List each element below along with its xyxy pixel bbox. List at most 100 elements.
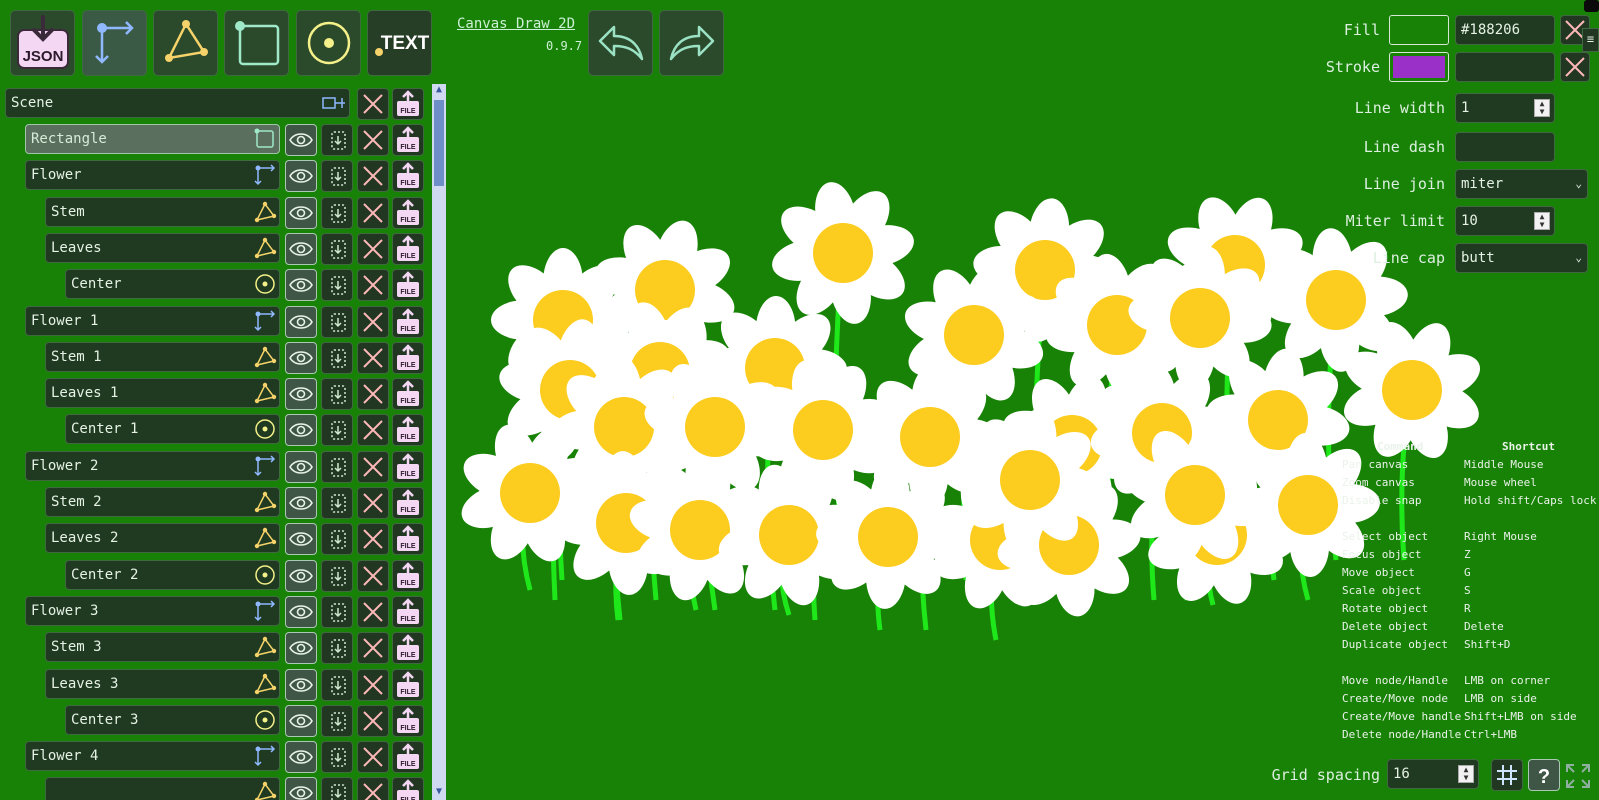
stroke-color-swatch[interactable] xyxy=(1389,52,1449,82)
line-cap-select[interactable]: butt ⌄ xyxy=(1455,243,1588,273)
delete-button[interactable] xyxy=(357,741,389,774)
grid-spacing-spinner[interactable]: ▲ ▼ xyxy=(1458,765,1474,783)
delete-button[interactable] xyxy=(357,559,389,592)
duplicate-button[interactable] xyxy=(321,269,353,302)
export-file-button[interactable]: FILE xyxy=(392,450,424,483)
delete-button[interactable] xyxy=(357,595,389,628)
delete-button[interactable] xyxy=(357,487,389,519)
export-file-button[interactable]: FILE xyxy=(392,341,424,374)
scene-item-name[interactable]: Leaves 3 xyxy=(45,668,280,699)
scroll-thumb[interactable] xyxy=(434,100,444,186)
export-file-button[interactable]: FILE xyxy=(392,741,424,774)
add-circle-button[interactable] xyxy=(296,10,361,76)
fill-color-swatch[interactable] xyxy=(1389,15,1449,45)
scene-item-name[interactable]: Flower xyxy=(25,160,280,191)
export-file-button[interactable]: FILE xyxy=(392,668,424,701)
fullscreen-button[interactable] xyxy=(1565,763,1595,793)
scene-item-name[interactable]: Center 2 xyxy=(65,559,280,590)
scene-item-name[interactable]: Leaves xyxy=(45,232,280,263)
undo-button[interactable] xyxy=(588,10,653,76)
duplicate-button[interactable] xyxy=(321,232,353,265)
duplicate-button[interactable] xyxy=(321,450,353,483)
visibility-toggle-button[interactable] xyxy=(285,632,317,665)
scene-label[interactable]: Scene xyxy=(5,88,350,118)
delete-button[interactable] xyxy=(357,450,389,483)
export-file-button[interactable]: FILE xyxy=(392,777,424,800)
scroll-down-arrow[interactable]: ▼ xyxy=(433,786,445,798)
app-name-link[interactable]: Canvas Draw 2D xyxy=(457,16,575,32)
export-file-button[interactable]: FILE xyxy=(392,124,424,156)
help-button[interactable]: ? xyxy=(1528,759,1560,791)
scene-item-name[interactable]: Stem 3 xyxy=(45,632,280,663)
export-file-button[interactable]: FILE xyxy=(392,523,424,556)
visibility-toggle-button[interactable] xyxy=(285,523,317,556)
delete-button[interactable] xyxy=(357,341,389,374)
scene-scrollbar[interactable]: ▲ ▼ xyxy=(432,84,446,800)
delete-button[interactable] xyxy=(357,196,389,229)
scroll-up-arrow[interactable]: ▲ xyxy=(433,84,445,96)
visibility-toggle-button[interactable] xyxy=(285,305,317,338)
scene-collapse-icon[interactable] xyxy=(320,88,350,118)
visibility-toggle-button[interactable] xyxy=(285,595,317,628)
duplicate-button[interactable] xyxy=(321,487,353,519)
visibility-toggle-button[interactable] xyxy=(285,777,317,800)
delete-button[interactable] xyxy=(357,124,389,156)
scene-item-name[interactable]: Stem 2 xyxy=(45,487,280,517)
scene-export-file-button[interactable]: FILE xyxy=(392,88,424,120)
scene-item-name[interactable]: Leaves 2 xyxy=(45,523,280,554)
scene-item-name[interactable]: Flower 4 xyxy=(25,741,280,772)
export-file-button[interactable]: FILE xyxy=(392,269,424,302)
line-width-spinner[interactable]: ▲ ▼ xyxy=(1534,99,1550,117)
delete-button[interactable] xyxy=(357,777,389,800)
fill-hex-input[interactable]: #188206 xyxy=(1455,15,1555,45)
grid-toggle-button[interactable] xyxy=(1491,759,1523,791)
duplicate-button[interactable] xyxy=(321,559,353,592)
scene-item-name[interactable]: Stem 1 xyxy=(45,341,280,372)
delete-button[interactable] xyxy=(357,305,389,338)
duplicate-button[interactable] xyxy=(321,124,353,156)
export-file-button[interactable]: FILE xyxy=(392,378,424,411)
add-group-button[interactable] xyxy=(82,10,147,76)
scene-item-name[interactable]: Flower 2 xyxy=(25,450,280,481)
visibility-toggle-button[interactable] xyxy=(285,124,317,156)
visibility-toggle-button[interactable] xyxy=(285,160,317,193)
add-rectangle-button[interactable] xyxy=(224,10,289,76)
scene-item-name[interactable]: Center 1 xyxy=(65,414,280,445)
scene-item-name[interactable]: Center xyxy=(65,269,280,300)
stroke-hex-input[interactable] xyxy=(1455,52,1555,82)
duplicate-button[interactable] xyxy=(321,595,353,628)
scene-item-name[interactable]: Center 3 xyxy=(65,704,280,735)
export-file-button[interactable]: FILE xyxy=(392,704,424,737)
miter-limit-input[interactable]: 10 ▲ ▼ xyxy=(1455,206,1555,236)
delete-button[interactable] xyxy=(357,232,389,265)
export-file-button[interactable]: FILE xyxy=(392,559,424,592)
export-file-button[interactable]: FILE xyxy=(392,232,424,265)
scene-delete-button[interactable] xyxy=(357,88,389,120)
scene-item-name[interactable]: Flower 1 xyxy=(25,305,280,336)
visibility-toggle-button[interactable] xyxy=(285,414,317,447)
duplicate-button[interactable] xyxy=(321,704,353,737)
visibility-toggle-button[interactable] xyxy=(285,269,317,302)
stroke-clear-button[interactable] xyxy=(1560,52,1590,82)
delete-button[interactable] xyxy=(357,523,389,556)
duplicate-button[interactable] xyxy=(321,341,353,374)
visibility-toggle-button[interactable] xyxy=(285,232,317,265)
menu-icon[interactable]: ≡ xyxy=(1582,28,1599,52)
duplicate-button[interactable] xyxy=(321,632,353,665)
line-width-input[interactable]: 1 ▲ ▼ xyxy=(1455,93,1555,123)
scene-item-name[interactable] xyxy=(45,777,280,800)
export-json-button[interactable]: JSON xyxy=(10,10,75,76)
add-path-button[interactable] xyxy=(153,10,218,76)
scene-item-name[interactable]: Leaves 1 xyxy=(45,378,280,409)
export-file-button[interactable]: FILE xyxy=(392,196,424,229)
delete-button[interactable] xyxy=(357,632,389,665)
visibility-toggle-button[interactable] xyxy=(285,741,317,774)
delete-button[interactable] xyxy=(357,378,389,411)
duplicate-button[interactable] xyxy=(321,414,353,447)
duplicate-button[interactable] xyxy=(321,523,353,556)
duplicate-button[interactable] xyxy=(321,777,353,800)
delete-button[interactable] xyxy=(357,414,389,447)
duplicate-button[interactable] xyxy=(321,668,353,701)
visibility-toggle-button[interactable] xyxy=(285,196,317,229)
delete-button[interactable] xyxy=(357,160,389,193)
